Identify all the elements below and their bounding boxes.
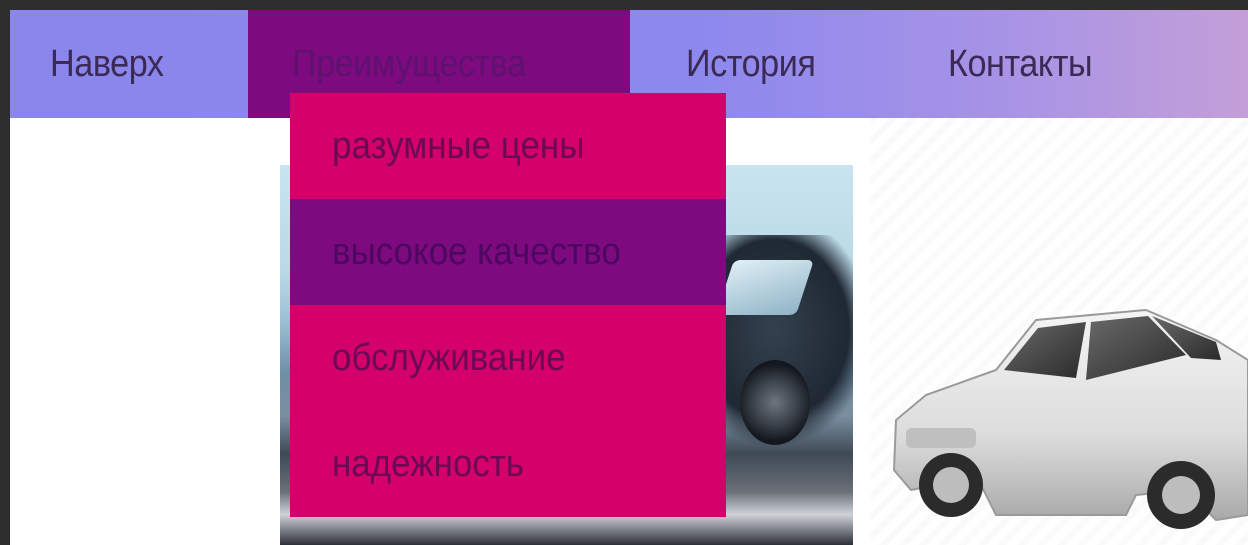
nav-link-contacts-label: Контакты [948,42,1093,85]
nav-link-contacts[interactable]: Контакты [948,10,1108,118]
nav-link-top-label: Наверх [50,42,164,85]
dropdown-item-reasonable-prices[interactable]: разумные цены [290,93,726,199]
dropdown-item-reliability[interactable]: надежность [290,411,726,517]
dropdown-item-high-quality[interactable]: высокое качество [290,199,726,305]
nav-link-top[interactable]: Наверх [50,10,176,118]
nav-link-advantages-label: Преимущества [292,42,526,85]
advantages-dropdown-menu: разумные цены высокое качество обслужива… [290,93,726,517]
page-viewport: Наверх Преимущества История Контакты раз… [10,10,1248,545]
dropdown-item-service[interactable]: обслуживание [290,305,726,411]
window-frame-top [0,0,1248,10]
dropdown-item-label: высокое качество [332,230,621,273]
car-wheel-shape [740,360,810,445]
nav-link-history-label: История [686,42,816,85]
dropdown-item-label: надежность [332,442,525,485]
dropdown-item-label: обслуживание [332,336,566,379]
dropdown-item-label: разумные цены [332,124,585,167]
window-frame-left [0,0,10,545]
white-sedan-photo [892,308,1248,529]
